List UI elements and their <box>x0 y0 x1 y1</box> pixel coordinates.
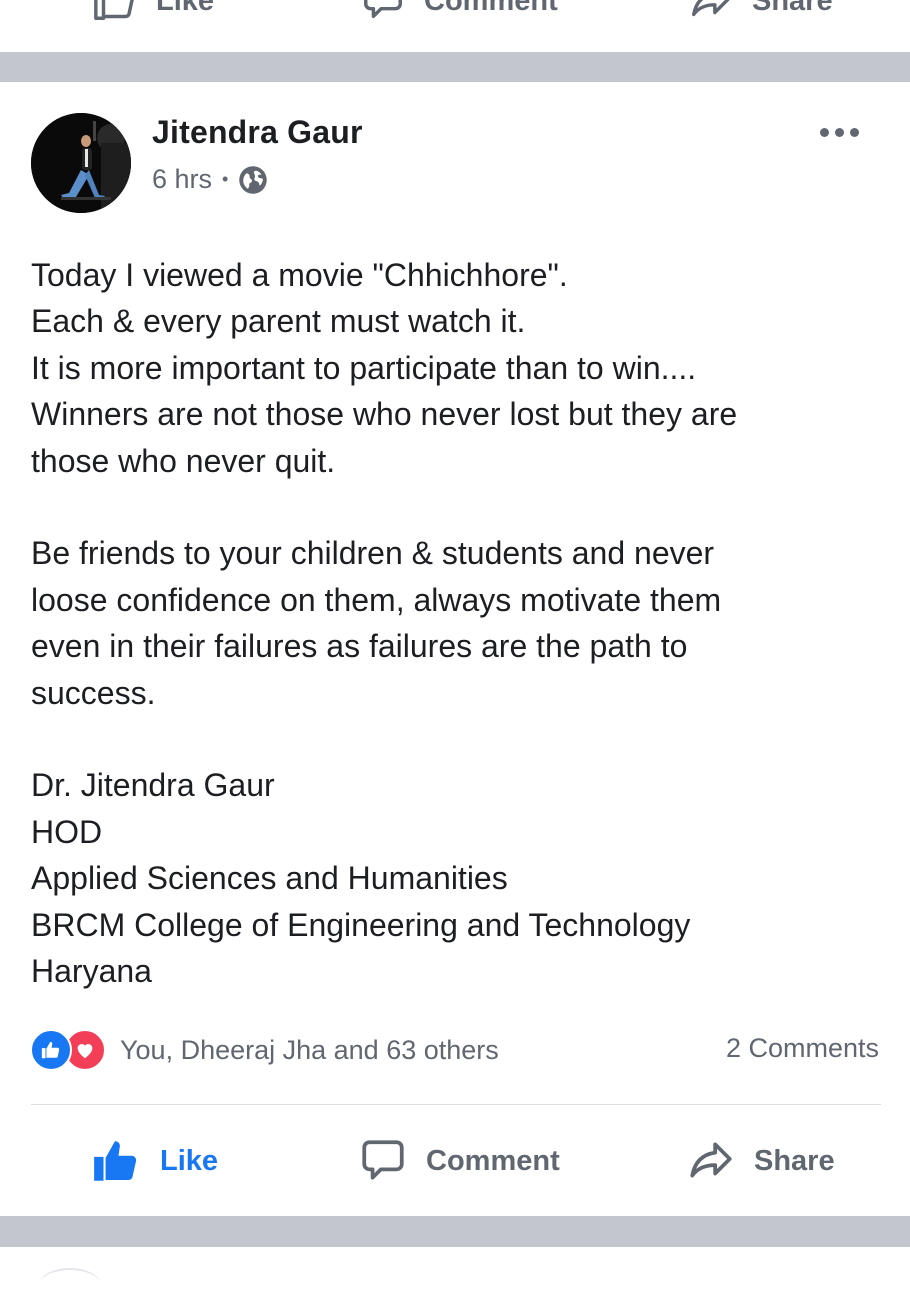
comment-bubble-icon <box>364 0 402 19</box>
author-avatar[interactable] <box>31 113 131 213</box>
feed-separator <box>0 1216 910 1247</box>
actions-divider <box>31 1104 881 1105</box>
comment-label: Comment <box>426 1144 560 1177</box>
feed-separator <box>0 52 910 82</box>
previous-comment-label: Comment <box>424 0 558 17</box>
post-text-line: those who never quit. <box>31 442 336 479</box>
post-text-line: Haryana <box>31 953 152 990</box>
previous-like-label: Like <box>156 0 215 17</box>
share-button[interactable]: Share <box>686 1136 835 1186</box>
like-label: Like <box>160 1144 219 1177</box>
more-options-button[interactable] <box>820 122 864 142</box>
share-label: Share <box>754 1144 835 1177</box>
comment-bubble-icon <box>362 1140 404 1180</box>
post-text-line: Today I viewed a movie "Chhichhore". <box>31 257 568 293</box>
post-text-line: Winners are not those who never lost but… <box>31 396 738 433</box>
previous-comment-button[interactable]: Comment <box>360 0 558 24</box>
post-text: Today I viewed a movie "Chhichhore". Eac… <box>31 252 881 994</box>
post-text-line: loose confidence on them, always motivat… <box>31 581 722 618</box>
post-text-line: Applied Sciences and Humanities <box>31 860 508 897</box>
reactions-summary[interactable]: You, Dheeraj Jha and 63 others <box>30 1029 499 1071</box>
post-text-line: success. <box>31 674 156 711</box>
post-text-line: HOD <box>31 813 103 850</box>
thumbs-up-outline-icon <box>94 0 134 20</box>
post-text-line: It is more important to participate than… <box>31 349 697 386</box>
reactions-text: You, Dheeraj Jha and 63 others <box>120 1034 499 1065</box>
thumbs-up-filled-icon <box>94 1141 137 1181</box>
comment-button[interactable]: Comment <box>358 1136 560 1186</box>
more-dot-icon <box>820 127 829 137</box>
previous-post-actions: Like Comment Share <box>0 0 910 52</box>
post-text-line: Dr. Jitendra Gaur <box>31 767 275 804</box>
avatar-photo-icon <box>31 113 131 213</box>
post-text-line: BRCM College of Engineering and Technolo… <box>31 906 691 943</box>
post-text-line: even in their failures as failures are t… <box>31 628 688 665</box>
author-name[interactable]: Jitendra Gaur <box>152 114 363 151</box>
more-dot-icon <box>850 127 859 137</box>
previous-share-button[interactable]: Share <box>688 0 833 24</box>
comments-count-link[interactable]: 2 Comments <box>726 1033 879 1064</box>
next-post-avatar-edge <box>40 1268 100 1300</box>
like-button[interactable]: Like <box>90 1136 218 1186</box>
post-meta: 6 hrs • <box>152 164 268 195</box>
more-dot-icon <box>835 127 844 137</box>
previous-like-button[interactable]: Like <box>92 0 214 24</box>
share-arrow-icon <box>690 1142 732 1178</box>
share-arrow-icon <box>692 0 730 17</box>
meta-separator: • <box>222 169 229 189</box>
like-reaction-icon <box>30 1029 72 1071</box>
globe-icon <box>239 165 268 194</box>
post-text-line: Each & every parent must watch it. <box>31 303 526 340</box>
previous-share-label: Share <box>752 0 833 17</box>
post-text-line: Be friends to your children & students a… <box>31 535 715 572</box>
post-timestamp[interactable]: 6 hrs <box>152 164 212 195</box>
post-text-blank-line <box>31 716 881 762</box>
post-text-blank-line <box>31 484 881 530</box>
